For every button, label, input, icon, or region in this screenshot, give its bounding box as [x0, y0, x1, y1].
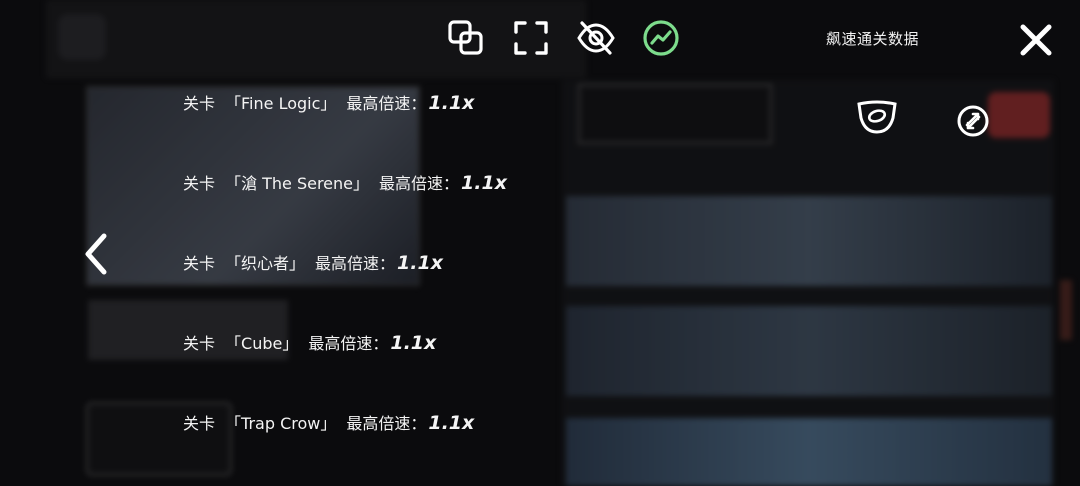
record-level-name: 「织心者」 — [225, 254, 306, 273]
list-item: 关卡 「Trap Crow」 最高倍速： 1.1x — [183, 410, 474, 434]
copy-button[interactable] — [446, 18, 486, 58]
speed-badge-button[interactable] — [856, 98, 898, 140]
record-speed-value: 1.1x — [390, 332, 437, 354]
bg-red-badge — [988, 92, 1050, 138]
fullscreen-button[interactable] — [511, 18, 551, 58]
fullscreen-icon — [514, 21, 548, 55]
record-speed-value: 1.1x — [397, 252, 443, 274]
close-button[interactable] — [1016, 20, 1056, 60]
close-icon — [1020, 24, 1052, 56]
record-prefix: 关卡 — [183, 254, 216, 273]
record-level-name: 「Trap Crow」 — [225, 414, 337, 433]
record-prefix: 关卡 — [183, 334, 216, 353]
list-item: 关卡 「Cube」 最高倍速： 1.1x — [183, 330, 436, 354]
bg-scroll-indicator — [1060, 280, 1072, 340]
record-level-name: 「Cube」 — [225, 334, 299, 353]
record-speed-value: 1.1x — [461, 172, 507, 194]
stats-button[interactable] — [641, 18, 681, 58]
record-prefix: 关卡 — [183, 94, 216, 113]
record-label: 最高倍速： — [346, 414, 427, 433]
switch-button[interactable] — [956, 104, 990, 142]
chevron-left-icon — [85, 233, 107, 275]
swap-icon — [957, 105, 989, 137]
speed-badge-icon — [857, 100, 897, 134]
bg-topbar — [46, 0, 586, 78]
record-prefix: 关卡 — [183, 174, 216, 193]
record-prefix: 关卡 — [183, 414, 216, 433]
background-game-ui — [0, 0, 1080, 486]
back-button[interactable] — [80, 230, 114, 278]
list-item: 关卡 「Fine Logic」 最高倍速： 1.1x — [183, 90, 474, 114]
record-speed-value: 1.1x — [428, 412, 475, 434]
record-label: 最高倍速： — [379, 174, 460, 193]
list-item: 关卡 「滄 The Serene」 最高倍速： 1.1x — [183, 170, 507, 194]
bg-filter-box — [578, 84, 772, 144]
bg-list-row — [566, 306, 1052, 396]
hide-icon — [577, 21, 615, 55]
record-label: 最高倍速： — [308, 334, 389, 353]
stats-icon — [643, 20, 679, 56]
bg-list-row — [566, 418, 1052, 486]
record-level-name: 「Fine Logic」 — [225, 94, 337, 113]
hide-button[interactable] — [576, 18, 616, 58]
bg-list-row — [566, 196, 1052, 286]
list-item: 关卡 「织心者」 最高倍速： 1.1x — [183, 250, 443, 274]
record-speed-value: 1.1x — [428, 92, 475, 114]
record-level-name: 「滄 The Serene」 — [225, 174, 370, 193]
bg-logo — [58, 14, 106, 60]
copy-icon — [448, 20, 483, 55]
record-label: 最高倍速： — [346, 94, 427, 113]
page-title: 飙速通关数据 — [826, 30, 920, 48]
record-label: 最高倍速： — [315, 254, 396, 273]
